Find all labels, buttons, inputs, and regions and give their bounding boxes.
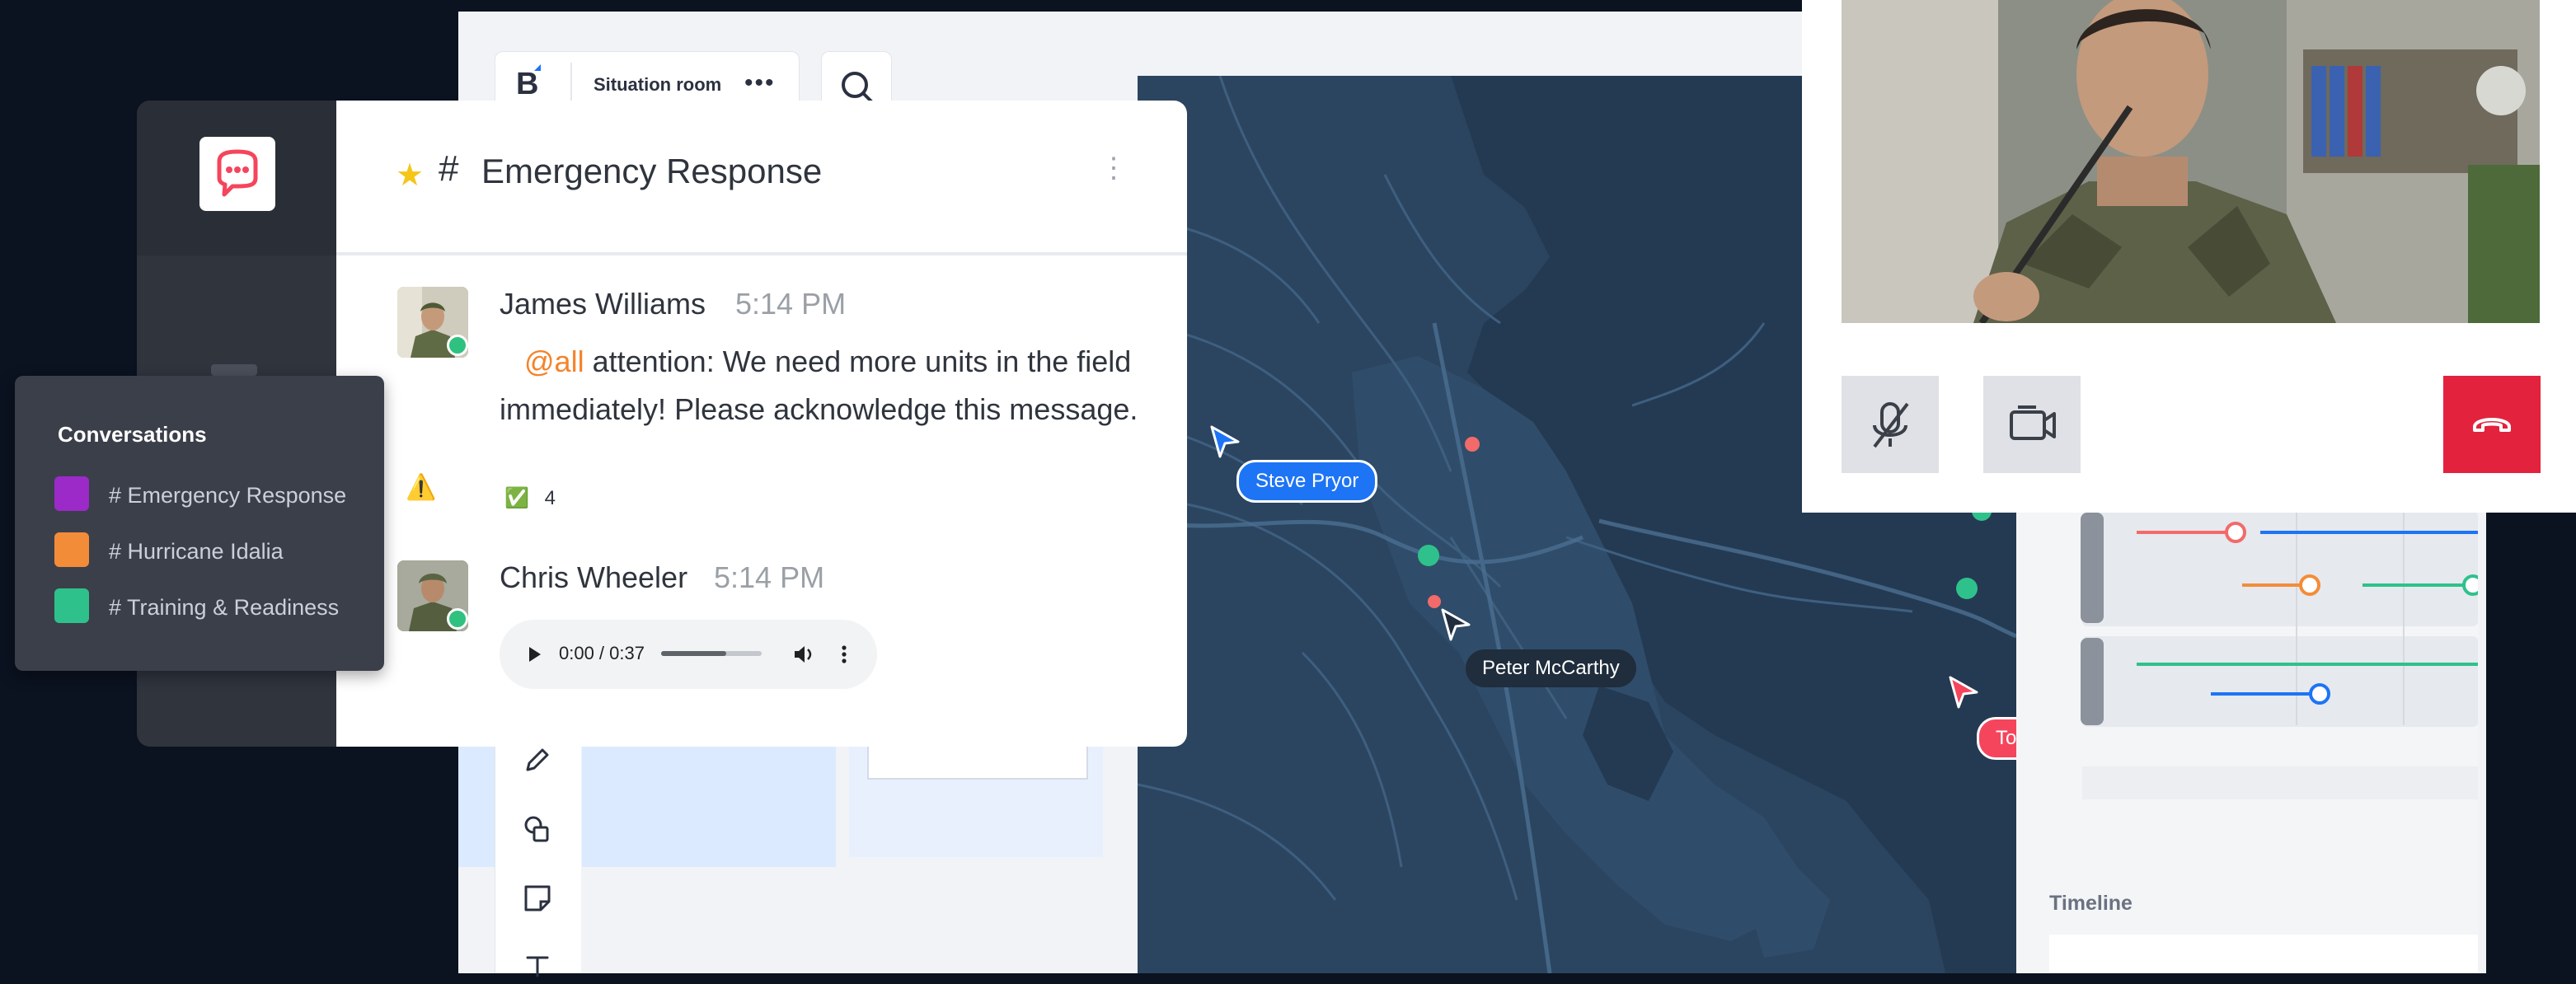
mic-off-icon [1873, 402, 1909, 448]
reaction-emoji: ✅ [504, 487, 529, 509]
timeline-area[interactable] [2049, 935, 2478, 973]
gantt-tracks [2081, 511, 2484, 799]
cursor-icon [1210, 425, 1240, 458]
board-more-button[interactable]: ••• [744, 69, 776, 97]
board-title: Situation room [594, 74, 722, 95]
reaction-chip[interactable]: ✅ 4 [504, 486, 579, 521]
message-author[interactable]: Chris Wheeler [500, 560, 687, 595]
channel-color-swatch [54, 588, 89, 623]
hang-up-icon [2473, 418, 2511, 432]
star-icon[interactable]: ★ [396, 157, 424, 194]
conversation-label: # Emergency Response [109, 483, 347, 508]
sticky-note[interactable] [849, 742, 1103, 857]
board-logo: B [516, 64, 549, 101]
mention[interactable]: @all [524, 344, 584, 378]
conversations-title: Conversations [58, 422, 207, 447]
room-menu-button[interactable]: ⋮ [1100, 152, 1128, 185]
incident-marker[interactable] [1465, 437, 1480, 452]
divider [336, 252, 1187, 255]
sticky-note-tool-icon[interactable] [519, 880, 556, 916]
room-title: Emergency Response [481, 152, 823, 190]
conversations-popup [15, 376, 384, 671]
unit-marker[interactable] [1956, 578, 1978, 599]
conversation-label: # Hurricane Idalia [109, 539, 284, 564]
shapes-tool-icon[interactable] [519, 811, 556, 847]
unit-marker[interactable] [1418, 545, 1439, 566]
message-body: @all attention: We need more units in th… [500, 338, 1151, 433]
reaction-count: 4 [544, 487, 556, 509]
message-author[interactable]: James Williams [500, 287, 706, 321]
sidebar-item[interactable] [211, 364, 257, 376]
cursor-icon [1441, 608, 1471, 641]
sticky-note[interactable] [458, 742, 500, 867]
cursor-icon [1949, 676, 1978, 709]
message-time: 5:14 PM [735, 287, 847, 321]
cursor-label: Peter McCarthy [1466, 649, 1636, 687]
audio-time: 0:00 / 0:37 [559, 643, 645, 663]
audio-progress-fill [661, 651, 727, 656]
online-status-dot [447, 608, 468, 630]
sticky-note[interactable] [582, 742, 836, 867]
mute-button[interactable] [1842, 376, 1939, 473]
video-feed [1842, 0, 2540, 323]
play-icon[interactable] [523, 643, 546, 666]
audio-progress-track[interactable] [661, 651, 762, 656]
camera-button[interactable] [1983, 376, 2081, 473]
channel-color-swatch [54, 532, 89, 567]
text-tool-icon[interactable] [519, 948, 556, 984]
pen-tool-icon[interactable] [519, 742, 556, 778]
volume-icon[interactable] [790, 641, 816, 668]
audio-player[interactable]: 0:00 / 0:37 [500, 620, 877, 689]
message-text: attention: We need more units in the fie… [500, 344, 1138, 426]
warning-icon: ⚠️ [406, 474, 437, 501]
app-logo[interactable] [199, 137, 275, 211]
message-time: 5:14 PM [714, 560, 825, 594]
chat-bubble-icon [217, 149, 258, 197]
cursor-label: Steve Pryor [1236, 460, 1378, 503]
participant-video [1842, 0, 2540, 323]
conversation-label: # Training & Readiness [109, 595, 340, 620]
end-call-button[interactable] [2443, 376, 2541, 473]
audio-more-icon[interactable] [838, 641, 851, 668]
channel-color-swatch [54, 476, 89, 511]
room-hash: # [439, 148, 459, 189]
timeline-label: Timeline [2049, 892, 2133, 915]
online-status-dot [447, 335, 468, 356]
camera-icon [2010, 405, 2056, 440]
